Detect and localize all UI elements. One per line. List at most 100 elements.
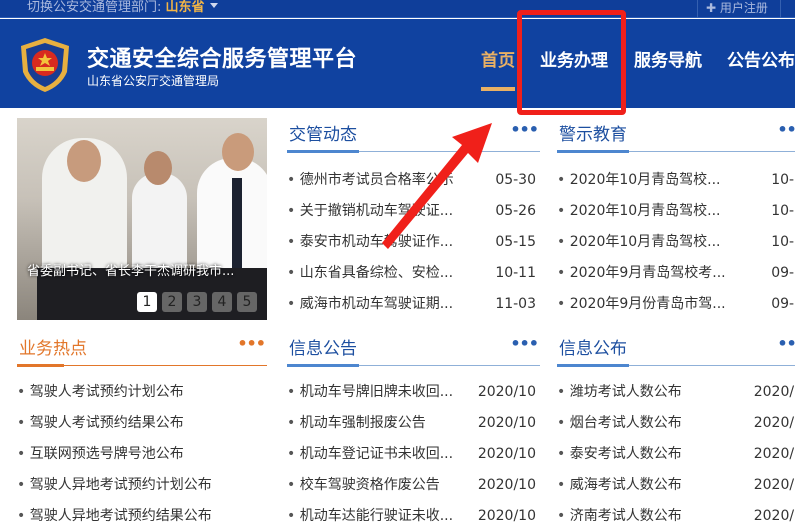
item-title[interactable]: 驾驶人考试预约计划公布 (17, 384, 184, 400)
item-date: 2020/10 (477, 508, 536, 524)
section-title: 警示教育 (559, 125, 627, 145)
list-item[interactable]: 山东省具备综检、安检... 10-11 (287, 258, 536, 289)
more-icon[interactable]: ••• (777, 334, 795, 353)
list-item[interactable]: 机动车登记证书未收回... 2020/10 (287, 439, 536, 470)
list-item[interactable]: 烟台考试人数公布 2020/1 (557, 408, 795, 439)
carousel-page[interactable]: 4 (212, 292, 232, 312)
register-link[interactable]: ✚ 用户注册 (697, 0, 768, 18)
section-title: 交管动态 (289, 125, 357, 145)
news-list-info: 潍坊考试人数公布 2020/1 烟台考试人数公布 2020/1 泰安考试人数公布 2020… (557, 377, 795, 532)
item-date: 2020/10 (477, 384, 536, 400)
news-carousel[interactable]: 省委副书记、省长李干杰调研我市... 1 2 3 4 5 (17, 118, 267, 320)
list-item[interactable]: 校车驾驶资格作废公告 2020/10 (287, 470, 536, 501)
photo-person (222, 133, 254, 171)
title-underline (287, 150, 359, 153)
list-item[interactable]: 2020年10月青岛驾校... 10-2 (557, 196, 795, 227)
top-bar: 切换公安交通管理部门: 山东省 ✚ 用户注册 (0, 0, 795, 18)
item-date: 05-30 (495, 172, 536, 188)
list-item[interactable]: 泰安考试人数公布 2020/1 (557, 439, 795, 470)
item-title[interactable]: 烟台考试人数公布 (557, 415, 682, 431)
carousel-caption[interactable]: 省委副书记、省长李干杰调研我市... (17, 260, 267, 279)
police-emblem-icon (21, 38, 69, 92)
list-item[interactable]: 潍坊考试人数公布 2020/1 (557, 377, 795, 408)
item-title[interactable]: 校车驾驶资格作废公告 (287, 477, 440, 493)
department-switcher[interactable]: 切换公安交通管理部门: 山东省 (27, 0, 218, 16)
site-title: 交通安全综合服务管理平台 (87, 47, 358, 72)
province-select[interactable]: 山东省 (166, 0, 205, 15)
item-date: 10-11 (495, 265, 536, 281)
list-item[interactable]: 关于撤销机动车驾驶证... 05-26 (287, 196, 536, 227)
item-title[interactable]: 泰安市机动车驾驶证作... (287, 234, 453, 250)
item-title[interactable]: 机动车达能行驶证未收... (287, 508, 453, 524)
list-item[interactable]: 驾驶人考试预约计划公布 (17, 377, 263, 408)
nav-announcements[interactable]: 公告公布 (727, 46, 795, 71)
header: 交通安全综合服务管理平台 山东省公安厅交通管理局 首页 业务办理 服务导航 公告… (0, 19, 795, 108)
more-icon[interactable]: ••• (510, 334, 539, 353)
item-title[interactable]: 互联网预选号牌号池公布 (17, 446, 184, 462)
list-item[interactable]: 机动车达能行驶证未收... 2020/10 (287, 501, 536, 532)
item-title[interactable]: 机动车强制报废公告 (287, 415, 426, 431)
item-title[interactable]: 驾驶人考试预约结果公布 (17, 415, 184, 431)
list-item[interactable]: 驾驶人异地考试预约计划公布 (17, 470, 263, 501)
item-title[interactable]: 驾驶人异地考试预约结果公布 (17, 508, 212, 524)
item-title[interactable]: 威海考试人数公布 (557, 477, 682, 493)
list-item[interactable]: 济南考试人数公布 2020/1 (557, 501, 795, 532)
more-icon[interactable]: ••• (777, 120, 795, 139)
nav-service-guide[interactable]: 服务导航 (634, 46, 702, 71)
item-date: 2020/10 (477, 477, 536, 493)
item-title[interactable]: 机动车号牌旧牌未收回... (287, 384, 453, 400)
news-list-warning: 2020年10月青岛驾校...10-22020年10月青岛驾校...10-220… (557, 165, 795, 320)
list-item[interactable]: 威海市机动车驾驶证期... 11-03 (287, 289, 536, 320)
item-title[interactable]: 2020年9月份青岛市驾... (557, 296, 726, 312)
list-item[interactable]: 驾驶人考试预约结果公布 (17, 408, 263, 439)
list-item[interactable]: 机动车强制报废公告 2020/10 (287, 408, 536, 439)
list-item[interactable]: 威海考试人数公布 2020/1 (557, 470, 795, 501)
item-title[interactable]: 关于撤销机动车驾驶证... (287, 203, 453, 219)
list-item[interactable]: 2020年9月份青岛市驾... 09-2 (557, 289, 795, 320)
list-item[interactable]: 驾驶人异地考试预约结果公布 (17, 501, 263, 532)
list-item[interactable]: 2020年9月青岛驾校考... 09-2 (557, 258, 795, 289)
highlight-box (517, 10, 626, 115)
item-title[interactable]: 潍坊考试人数公布 (557, 384, 682, 400)
carousel-page[interactable]: 5 (237, 292, 257, 312)
item-title[interactable]: 驾驶人异地考试预约计划公布 (17, 477, 212, 493)
list-item[interactable]: 互联网预选号牌号池公布 (17, 439, 263, 470)
item-title[interactable]: 2020年10月青岛驾校... (557, 172, 721, 188)
carousel-page[interactable]: 3 (187, 292, 207, 312)
item-title[interactable]: 2020年9月青岛驾校考... (557, 265, 726, 281)
active-nav-underline (481, 87, 515, 91)
list-item[interactable]: 泰安市机动车驾驶证作... 05-15 (287, 227, 536, 258)
more-icon[interactable]: ••• (510, 120, 539, 139)
register-label: 用户注册 (719, 1, 768, 15)
list-item[interactable]: 德州市考试员合格率公示 05-30 (287, 165, 536, 196)
item-title[interactable]: 济南考试人数公布 (557, 508, 682, 524)
divider (780, 0, 781, 18)
carousel-page[interactable]: 1 (137, 292, 157, 312)
item-date: 09-2 (771, 265, 795, 281)
list-item[interactable]: 2020年10月青岛驾校... 10-2 (557, 165, 795, 196)
item-title[interactable]: 山东省具备综检、安检... (287, 265, 453, 281)
item-title[interactable]: 机动车登记证书未收回... (287, 446, 453, 462)
section-header-hot: 业务热点 ••• (17, 332, 267, 367)
item-date: 2020/1 (753, 477, 795, 493)
item-date: 2020/1 (753, 384, 795, 400)
carousel-page[interactable]: 2 (162, 292, 182, 312)
item-date: 05-26 (495, 203, 536, 219)
section-header-info: 信息公布 ••• (557, 332, 795, 367)
section-header-warning: 警示教育 ••• (557, 118, 795, 153)
list-item[interactable]: 2020年10月青岛驾校... 10-2 (557, 227, 795, 258)
item-title[interactable]: 2020年10月青岛驾校... (557, 203, 721, 219)
item-title[interactable]: 泰安考试人数公布 (557, 446, 682, 462)
title-underline (557, 150, 629, 153)
more-icon[interactable]: ••• (237, 334, 266, 353)
item-date: 2020/10 (477, 446, 536, 462)
item-title[interactable]: 2020年10月青岛驾校... (557, 234, 721, 250)
item-date: 11-03 (495, 296, 536, 312)
nav-home[interactable]: 首页 (481, 46, 515, 71)
title-underline (17, 364, 64, 367)
item-title[interactable]: 威海市机动车驾驶证期... (287, 296, 453, 312)
section-title: 信息公告 (289, 339, 357, 359)
item-title[interactable]: 德州市考试员合格率公示 (287, 172, 454, 188)
list-item[interactable]: 机动车号牌旧牌未收回... 2020/10 (287, 377, 536, 408)
section-header-traffic_news: 交管动态 ••• (287, 118, 540, 153)
